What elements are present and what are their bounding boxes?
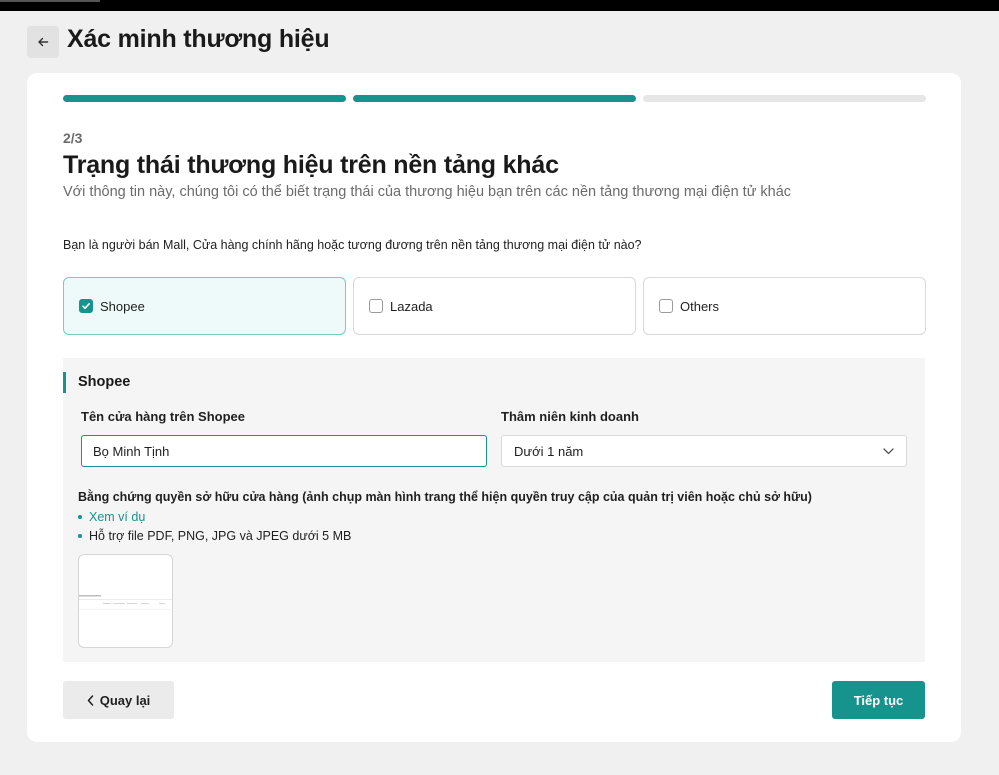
progress-step-2 — [353, 95, 636, 102]
arrow-left-icon — [38, 37, 49, 47]
platform-options: Shopee Lazada Others — [63, 277, 926, 335]
progress-step-1 — [63, 95, 346, 102]
top-bar-accent — [0, 0, 100, 2]
checkbox-unchecked-icon[interactable] — [659, 299, 673, 313]
back-button[interactable]: Quay lại — [63, 681, 174, 719]
ownership-proof-label: Bằng chứng quyền sở hữu cửa hàng (ảnh ch… — [78, 490, 812, 504]
view-example-link[interactable]: Xem ví dụ — [89, 510, 145, 524]
seniority-label: Thâm niên kinh doanh — [501, 409, 639, 424]
platform-label-lazada: Lazada — [390, 298, 433, 314]
store-name-input[interactable] — [81, 435, 487, 467]
platform-option-others[interactable]: Others — [643, 277, 926, 335]
checkbox-unchecked-icon[interactable] — [369, 299, 383, 313]
bullet-dot — [78, 534, 82, 538]
header-back-button[interactable] — [27, 26, 59, 58]
platform-option-shopee[interactable]: Shopee — [63, 277, 346, 335]
checkbox-checked-icon[interactable] — [79, 299, 93, 313]
file-hint-bullet: Hỗ trợ file PDF, PNG, JPG và JPEG dưới 5… — [78, 529, 351, 543]
panel-accent-bar — [63, 372, 66, 393]
continue-button[interactable]: Tiếp tục — [832, 681, 925, 719]
example-bullet: Xem ví dụ — [78, 510, 145, 524]
step-counter: 2/3 — [63, 130, 83, 146]
store-name-label: Tên cửa hàng trên Shopee — [81, 409, 245, 424]
browser-top-bar — [0, 0, 999, 11]
bullet-dot — [78, 515, 82, 519]
platform-label-others: Others — [680, 298, 720, 314]
back-button-label: Quay lại — [99, 692, 151, 708]
seniority-selected-value: Dưới 1 năm — [514, 443, 584, 459]
panel-title: Shopee — [78, 374, 131, 390]
verification-card: 2/3 Trạng thái thương hiệu trên nền tảng… — [27, 73, 961, 742]
chevron-down-icon — [883, 447, 894, 454]
platform-question: Bạn là người bán Mall, Cửa hàng chính hã… — [63, 238, 642, 252]
uploaded-proof-thumbnail[interactable] — [78, 554, 173, 648]
platform-label-shopee: Shopee — [100, 298, 145, 314]
seniority-select[interactable]: Dưới 1 năm — [501, 435, 907, 467]
shopee-details-panel: Shopee Tên cửa hàng trên Shopee Thâm niê… — [63, 358, 925, 662]
progress-step-3 — [643, 95, 926, 102]
section-title: Trạng thái thương hiệu trên nền tảng khá… — [63, 151, 559, 179]
page-title: Xác minh thương hiệu — [67, 25, 330, 53]
file-hint-text: Hỗ trợ file PDF, PNG, JPG và JPEG dưới 5… — [89, 529, 352, 543]
step-progress-bar — [63, 95, 926, 102]
platform-option-lazada[interactable]: Lazada — [353, 277, 636, 335]
section-subtitle: Với thông tin này, chúng tôi có thể biết… — [63, 184, 792, 200]
chevron-left-icon — [87, 694, 93, 706]
screenshot-preview-image — [79, 595, 172, 610]
